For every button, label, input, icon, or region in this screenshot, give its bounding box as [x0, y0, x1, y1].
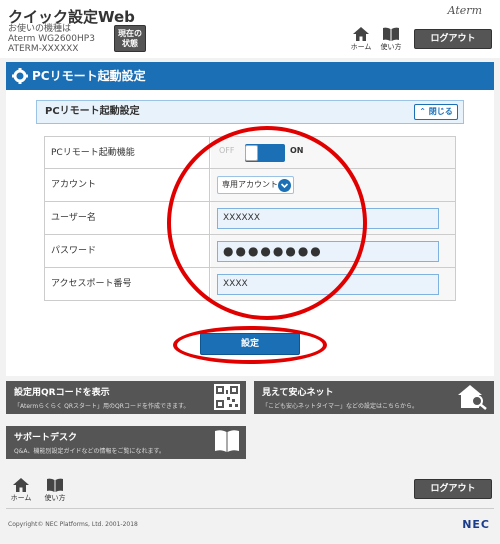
howto-button[interactable]: 使い方 — [378, 27, 404, 52]
row-label: アクセスポート番号 — [45, 268, 210, 300]
password-input[interactable]: ●●●●●●●● — [217, 241, 439, 262]
section-title: PCリモート起動設定 — [32, 69, 146, 83]
row-username: ユーザー名 XXXXXX — [44, 202, 456, 235]
panel-subtitle: PCリモート起動設定 — [45, 106, 140, 117]
toggle-on-label: ON — [290, 146, 304, 155]
book-icon — [215, 430, 239, 452]
row-label: PCリモート起動機能 — [45, 137, 210, 168]
section-title-bar: PCリモート起動設定 — [6, 62, 494, 90]
qr-code-icon — [214, 384, 240, 410]
toggle-knob[interactable] — [245, 145, 258, 161]
copyright: Copyright© NEC Platforms, Ltd. 2001-2018 — [8, 521, 138, 528]
close-panel-button[interactable]: ⌃ 閉じる — [414, 104, 458, 120]
row-remote-wake: PCリモート起動機能 OFF ON — [44, 136, 456, 169]
nec-logo: NEC — [462, 518, 490, 531]
qr-code-tile[interactable]: 設定用QRコードを表示 「Atermらくらく QRスタート」用のQRコードを作成… — [6, 381, 246, 414]
footer-divider — [6, 508, 494, 509]
panel-subtitle-bar: PCリモート起動設定 ⌃ 閉じる — [36, 100, 464, 124]
home-icon — [13, 478, 29, 492]
home-button[interactable]: ホーム — [348, 27, 374, 52]
row-access-port: アクセスポート番号 XXXX — [44, 268, 456, 301]
submit-button[interactable]: 設定 — [200, 333, 300, 355]
account-select[interactable]: 専用アカウント — [217, 176, 294, 194]
footer-home-button[interactable]: ホーム — [8, 478, 34, 503]
row-password: パスワード ●●●●●●●● — [44, 235, 456, 268]
footer-logout-button[interactable]: ログアウト — [414, 479, 492, 499]
row-account: アカウント 専用アカウント — [44, 169, 456, 202]
device-name: ATERM-XXXXXX — [8, 44, 79, 54]
row-label: ユーザー名 — [45, 202, 210, 234]
safe-net-tile[interactable]: 見えて安心ネット 「こども安心ネットタイマー」などの設定はこちらから。 — [254, 381, 494, 414]
book-icon — [47, 478, 63, 492]
current-status-button[interactable]: 現在の 状態 — [114, 25, 146, 52]
row-label: アカウント — [45, 169, 210, 201]
brand-logo: Aterm — [447, 4, 482, 17]
toggle-off-label: OFF — [219, 146, 235, 155]
chevron-down-icon — [278, 179, 291, 192]
chevron-up-icon: ⌃ — [419, 107, 426, 116]
access-port-input[interactable]: XXXX — [217, 274, 439, 295]
book-icon — [383, 27, 399, 41]
header: クイック設定Web お使いの機種は Aterm WG2600HP3 ATERM-… — [0, 0, 500, 58]
house-search-icon — [458, 385, 487, 410]
home-icon — [353, 27, 369, 41]
username-input[interactable]: XXXXXX — [217, 208, 439, 229]
support-desk-tile[interactable]: サポートデスク Q&A、機能別設定ガイドなどの情報をご覧になれます。 — [6, 426, 246, 459]
row-label: パスワード — [45, 235, 210, 267]
logout-button[interactable]: ログアウト — [414, 29, 492, 49]
gear-icon — [12, 68, 28, 84]
footer-howto-button[interactable]: 使い方 — [42, 478, 68, 503]
